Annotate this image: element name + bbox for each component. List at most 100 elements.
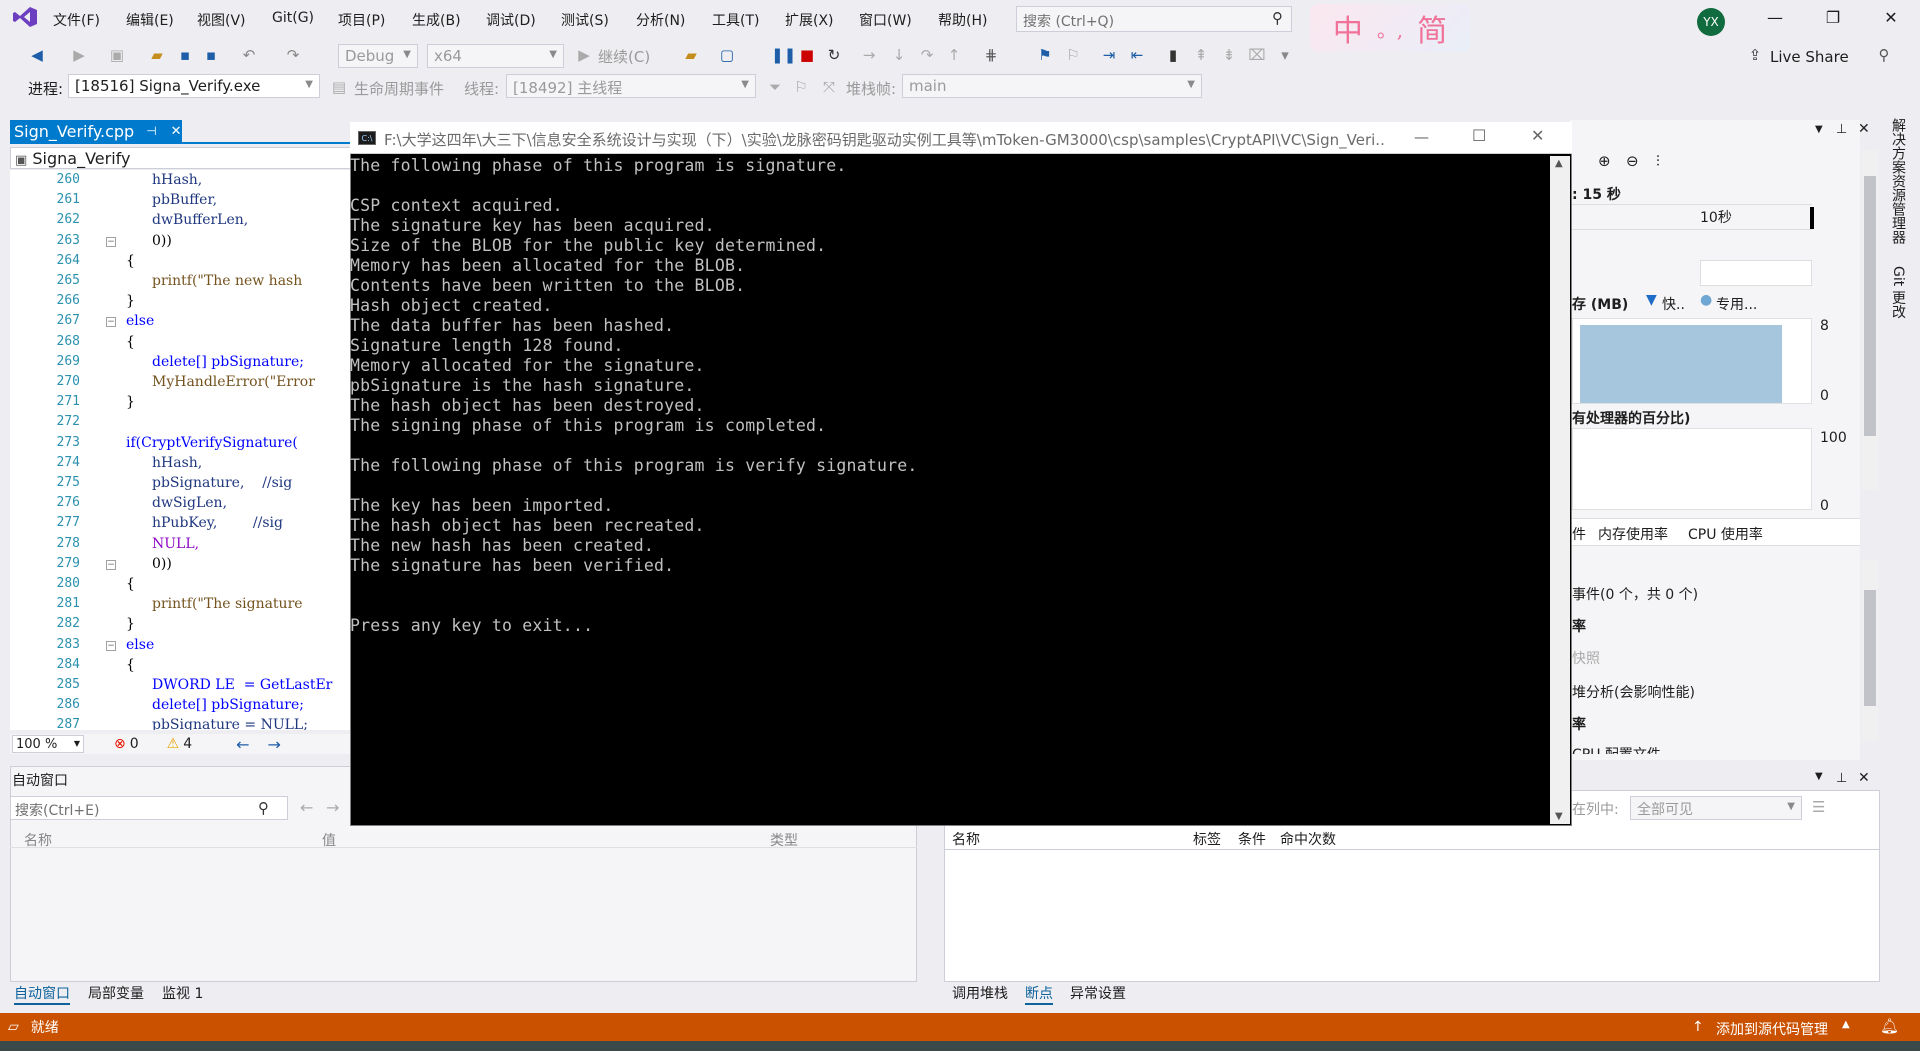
continue-button[interactable]: 继续(C) — [598, 46, 650, 67]
panel-pin-icon[interactable]: ⊥ — [1836, 771, 1847, 786]
menu-extensions[interactable]: 扩展(X) — [785, 10, 834, 30]
step-into-icon[interactable]: ↓ — [890, 46, 908, 64]
process-dropdown[interactable]: [18516] Signa_Verify.exe ▼ — [68, 74, 320, 98]
menu-edit[interactable]: 编辑(E) — [126, 10, 174, 30]
warning-icon[interactable]: ⚠ — [167, 736, 180, 752]
bookmark-icon[interactable]: ▮ — [1164, 46, 1182, 64]
live-share-button[interactable]: Live Share — [1770, 48, 1849, 66]
thread-flag-icon[interactable]: ⚐ — [1064, 46, 1082, 64]
live-share-icon[interactable]: ⇪ — [1746, 46, 1764, 64]
autos-column-name[interactable]: 名称 — [24, 830, 52, 850]
solution-explorer-tab[interactable]: 解决方案资源管理器 — [1888, 118, 1908, 244]
hex-display-icon[interactable]: ⋕ — [982, 46, 1000, 64]
timeline-selection[interactable] — [1700, 260, 1812, 286]
pause-icon[interactable]: ❚❚ — [771, 46, 796, 64]
notifications-icon[interactable]: 🔔︎ — [1880, 1017, 1899, 1035]
thread-dropdown[interactable]: [18492] 主线程 ▼ — [506, 74, 756, 98]
forward-icon[interactable]: ▶ — [70, 46, 88, 64]
add-to-source-control-button[interactable]: 添加到源代码管理 — [1716, 1019, 1828, 1039]
tab-breakpoints[interactable]: 断点 — [1025, 983, 1053, 1005]
save-all-icon[interactable]: ▪ — [202, 46, 220, 64]
clear-bookmarks-icon[interactable]: ⌧ — [1248, 46, 1266, 64]
menu-test[interactable]: 测试(S) — [561, 10, 609, 30]
scroll-down-icon[interactable]: ▼ — [1555, 811, 1563, 822]
fold-toggle-icon[interactable]: − — [106, 236, 116, 247]
folder-search-icon[interactable]: ▰ — [682, 46, 700, 64]
menu-help[interactable]: 帮助(H) — [938, 10, 987, 30]
stop-icon[interactable]: ■ — [798, 46, 816, 64]
scroll-up-icon[interactable]: ▲ — [1555, 158, 1563, 169]
filter-icon[interactable]: ⏷ — [766, 78, 784, 96]
fold-toggle-icon[interactable]: − — [106, 640, 116, 651]
menu-build[interactable]: 生成(B) — [412, 10, 461, 30]
autos-search-box[interactable]: 搜索(Ctrl+E) ⚲ — [10, 796, 288, 820]
new-project-icon[interactable]: ▣ — [108, 46, 126, 64]
configuration-dropdown[interactable]: Debug ▼ — [338, 44, 418, 68]
diag-lower-scroll-thumb[interactable] — [1864, 590, 1876, 706]
panel-close-icon[interactable]: ✕ — [1858, 770, 1870, 786]
timeline-cursor[interactable] — [1810, 207, 1814, 229]
quick-search-box[interactable]: 搜索 (Ctrl+Q) ⚲ — [1016, 6, 1292, 32]
stack-frame-dropdown[interactable]: main ▼ — [902, 74, 1202, 98]
search-forward-icon[interactable]: → — [326, 798, 339, 817]
timeline-ruler[interactable]: 10秒 — [1572, 204, 1814, 230]
restart-icon[interactable]: ↻ — [825, 46, 843, 64]
list-options-icon[interactable]: ☰ — [1812, 798, 1825, 816]
collapse-icon[interactable]: ⤧ — [820, 78, 838, 96]
bp-column-labels[interactable]: 标签 — [1193, 829, 1221, 849]
tab-events[interactable]: 件 — [1572, 524, 1586, 544]
outdent-icon[interactable]: ⇤ — [1128, 46, 1146, 64]
next-issue-icon[interactable]: → — [268, 735, 281, 754]
zoom-dropdown[interactable]: 100 % ▼ — [12, 735, 84, 753]
menu-project[interactable]: 项目(P) — [338, 10, 385, 30]
lifecycle-events-button[interactable]: 生命周期事件 — [354, 78, 444, 99]
heap-profiling-toggle[interactable]: 堆分析(会影响性能) — [1572, 682, 1695, 702]
menu-file[interactable]: 文件(F) — [53, 10, 100, 30]
feedback-icon[interactable]: ⚲ — [1875, 46, 1893, 64]
console-output[interactable]: The following phase of this program is s… — [350, 156, 1550, 824]
continue-icon[interactable]: ▶ — [575, 46, 593, 64]
previous-issue-icon[interactable]: ← — [236, 735, 249, 754]
tab-exception-settings[interactable]: 异常设置 — [1070, 983, 1126, 1003]
platform-dropdown[interactable]: x64 ▼ — [427, 44, 564, 68]
zoom-in-icon[interactable]: ⊕ — [1598, 152, 1611, 170]
show-next-statement-icon[interactable]: → — [860, 46, 878, 64]
undo-icon[interactable]: ↶ — [240, 46, 258, 64]
tab-call-stack[interactable]: 调用堆栈 — [952, 983, 1008, 1003]
minimize-icon[interactable]: — — [1760, 8, 1790, 32]
flag-filter-icon[interactable]: ⚐ — [792, 78, 810, 96]
menu-git[interactable]: Git(G) — [272, 10, 314, 26]
code-editor[interactable]: 260 hHash, 261 pbBuffer, 262 dwBufferLen, 263 −… — [10, 170, 355, 730]
take-snapshot-button[interactable]: 快照 — [1572, 648, 1600, 668]
save-icon[interactable]: ▪ — [176, 46, 194, 64]
indent-icon[interactable]: ⇥ — [1100, 46, 1118, 64]
menu-tools[interactable]: 工具(T) — [712, 10, 759, 30]
git-changes-tab[interactable]: Git 更改 — [1888, 266, 1908, 319]
chart-reset-icon[interactable]: ⫶ — [1656, 152, 1660, 170]
screenshot-icon[interactable]: ▢ — [718, 46, 736, 64]
step-out-icon[interactable]: ↑ — [945, 46, 963, 64]
tab-locals[interactable]: 局部变量 — [88, 983, 144, 1003]
diag-menu-icon[interactable]: ▼ — [1815, 124, 1823, 135]
step-over-icon[interactable]: ↷ — [918, 46, 936, 64]
diag-lower-scrollbar[interactable] — [1862, 560, 1878, 740]
autos-column-type[interactable]: 类型 — [770, 830, 798, 850]
close-icon[interactable]: ✕ — [1876, 8, 1906, 32]
next-bookmark-icon[interactable]: ⇟ — [1220, 46, 1238, 64]
console-maximize-icon[interactable]: ☐ — [1472, 126, 1486, 145]
bp-column-name[interactable]: 名称 — [952, 829, 980, 849]
chevron-up-icon[interactable]: ▲ — [1842, 1019, 1850, 1030]
open-folder-icon[interactable]: ▰ — [148, 46, 166, 64]
diag-scroll-thumb[interactable] — [1864, 176, 1876, 436]
toolbar-overflow-icon[interactable]: ▾ — [1276, 46, 1294, 64]
bp-column-hitcount[interactable]: 命中次数 — [1280, 829, 1336, 849]
menu-window[interactable]: 窗口(W) — [859, 10, 912, 30]
account-avatar[interactable]: YX — [1697, 8, 1725, 36]
tab-cpu-usage[interactable]: CPU 使用率 — [1688, 524, 1763, 544]
navigation-bar[interactable]: ▣ Signa_Verify — [10, 147, 355, 169]
tab-close-icon[interactable]: ✕ — [171, 124, 182, 139]
console-scrollbar[interactable]: ▲ ▼ — [1550, 156, 1570, 824]
bp-column-condition[interactable]: 条件 — [1238, 829, 1266, 849]
redo-icon[interactable]: ↷ — [284, 46, 302, 64]
prev-bookmark-icon[interactable]: ⇞ — [1192, 46, 1210, 64]
